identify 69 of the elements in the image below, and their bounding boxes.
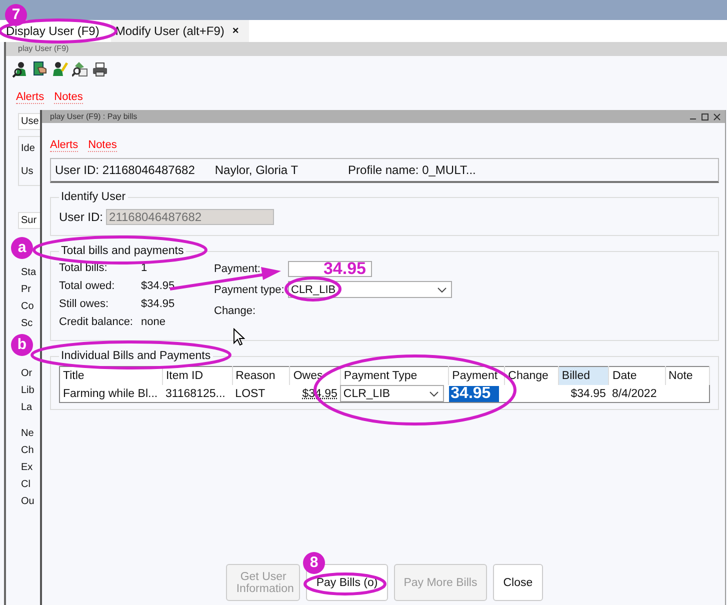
user-edit-icon[interactable] — [52, 60, 68, 78]
field-label: Payment: — [214, 262, 262, 274]
field-value: none — [141, 316, 166, 328]
link[interactable]: Alerts — [50, 139, 78, 152]
label: Ide — [21, 142, 36, 156]
payment-type-dropdown[interactable]: CLR_LIB — [288, 281, 452, 298]
column-header[interactable]: Note — [665, 366, 710, 385]
user-name-text: Naylor, Gloria T — [214, 163, 298, 177]
column-header[interactable]: Reason — [232, 366, 290, 385]
menu-item[interactable]: Ex — [21, 460, 34, 475]
payment-field[interactable]: 34.95 — [288, 260, 372, 276]
link[interactable]: Alerts — [16, 91, 44, 104]
tab-label: Display User (F9) — [6, 24, 100, 38]
column-header[interactable]: Date — [608, 366, 666, 385]
maximize-icon[interactable] — [701, 112, 709, 120]
annotation-ellipse — [284, 276, 342, 302]
document-icon[interactable] — [32, 60, 48, 78]
payment-type-dropdown[interactable]: CLR_LIB — [340, 385, 444, 402]
column-header[interactable]: Title — [60, 366, 162, 385]
menu-item[interactable]: Lib — [21, 383, 34, 398]
menu-item[interactable]: Sc — [21, 316, 36, 331]
menu-item[interactable]: Pr — [21, 282, 36, 297]
field-value: 1 — [141, 262, 148, 274]
menu-item[interactable]: Cl — [21, 477, 34, 492]
menu-item[interactable]: Ne — [21, 426, 34, 441]
field-label: Credit balance: — [59, 316, 134, 328]
column-header[interactable]: Billed — [558, 366, 609, 385]
profile-name-text: Profile name: 0_MULT... — [348, 163, 476, 177]
user-search-icon[interactable] — [12, 60, 28, 78]
column-header[interactable]: Payment — [448, 366, 505, 385]
printer-icon[interactable] — [92, 60, 108, 78]
table-cell: Farming while Bl... — [60, 385, 162, 402]
link[interactable]: Notes — [88, 139, 117, 152]
menu-item[interactable]: La — [21, 400, 34, 415]
group-title: Identify User — [60, 191, 127, 203]
button[interactable]: Close — [493, 564, 543, 601]
money-search-icon[interactable] — [72, 60, 88, 78]
menu-item[interactable]: Ou — [21, 494, 34, 509]
field-label: Total bills: — [59, 262, 108, 274]
field-label: Change: — [214, 304, 257, 316]
table-cell: $34.95 — [558, 385, 609, 402]
payment-field[interactable]: 34.95 — [448, 386, 499, 402]
field-value: $34.95 — [141, 298, 175, 310]
group-title: Total bills and payments — [60, 245, 185, 257]
group-title: Individual Bills and Payments — [60, 350, 212, 362]
menu-item[interactable]: Co — [21, 299, 36, 314]
field-label: User ID: — [59, 210, 104, 224]
chevron-down-icon — [429, 390, 440, 396]
close-icon[interactable]: × — [232, 25, 239, 37]
mouse-cursor-icon — [233, 328, 245, 346]
column-header[interactable]: Change — [504, 366, 558, 385]
label: Us — [21, 165, 34, 179]
table-cell: 31168125... — [162, 385, 232, 402]
chevron-down-icon — [437, 286, 447, 292]
user-id-text: User ID: 21168046487682 — [55, 163, 195, 177]
close-icon[interactable] — [713, 112, 721, 120]
column-header[interactable]: Item ID — [162, 366, 232, 385]
field-label: Total owed: — [59, 280, 116, 292]
field-label: Still owes: — [59, 298, 110, 310]
window-title: play User (F9) — [18, 44, 69, 53]
menu-item[interactable]: Sta — [21, 265, 36, 280]
menu-item[interactable]: Ch — [21, 443, 34, 458]
link[interactable]: Notes — [54, 91, 83, 104]
table-cell: LOST — [232, 385, 290, 402]
field-label: Payment type: — [214, 284, 286, 296]
menu-item[interactable]: Or — [21, 366, 34, 381]
table-cell: 8/4/2022 — [608, 385, 666, 402]
field-value: $34.95 — [141, 280, 175, 292]
window-title: play User (F9) : Pay bills — [50, 111, 138, 123]
